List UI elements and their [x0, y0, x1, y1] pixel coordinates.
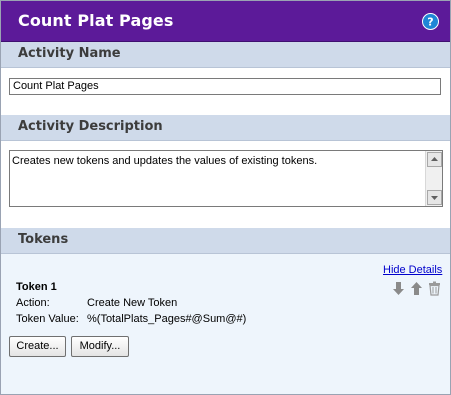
triangle-up-icon [431, 157, 438, 161]
activity-description-label: Activity Description [18, 119, 163, 134]
token-action-value: Create New Token [87, 297, 178, 309]
scroll-up-button[interactable] [427, 152, 442, 167]
create-button[interactable]: Create... [9, 336, 66, 357]
activity-name-label: Activity Name [18, 46, 121, 61]
token-value-label: Token Value: [16, 313, 79, 325]
token-value-value: %(TotalPlats_Pages#@Sum@#) [87, 313, 247, 325]
panel-title: Count Plat Pages [18, 11, 174, 30]
move-down-icon[interactable] [392, 281, 405, 296]
activity-description-text: Creates new tokens and updates the value… [12, 155, 318, 167]
hide-details-link[interactable]: Hide Details [383, 264, 442, 276]
title-bar: Count Plat Pages ? [1, 1, 450, 42]
activity-name-input[interactable]: Count Plat Pages [9, 78, 441, 95]
svg-text:?: ? [427, 16, 433, 29]
activity-description-textarea[interactable]: Creates new tokens and updates the value… [9, 150, 443, 207]
token-action-label: Action: [16, 297, 50, 309]
activity-panel: Count Plat Pages ? Activity Name Count P… [0, 0, 451, 395]
triangle-down-icon [431, 196, 438, 200]
help-icon[interactable]: ? [422, 13, 439, 30]
token-title: Token 1 [16, 281, 57, 293]
activity-description-header: Activity Description [1, 115, 450, 141]
tokens-label: Tokens [18, 232, 69, 247]
activity-name-header: Activity Name [1, 42, 450, 68]
move-up-icon[interactable] [410, 281, 423, 296]
modify-button[interactable]: Modify... [71, 336, 129, 357]
scroll-down-button[interactable] [427, 190, 442, 205]
tokens-header: Tokens [1, 228, 450, 254]
description-scrollbar[interactable] [425, 151, 442, 206]
trash-icon[interactable] [428, 281, 441, 296]
